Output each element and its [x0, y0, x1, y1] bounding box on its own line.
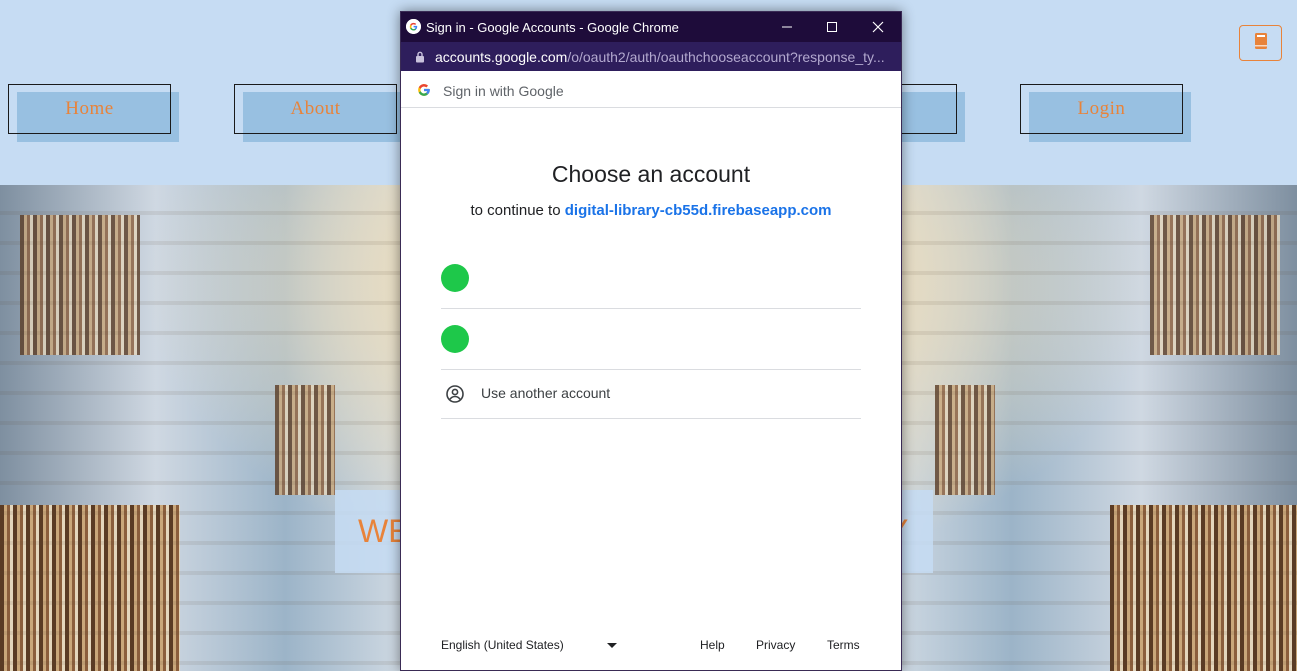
- nav-login-label: Login: [1077, 98, 1126, 119]
- help-link[interactable]: Help: [700, 638, 725, 652]
- nav-login-button[interactable]: Login: [1020, 84, 1191, 142]
- close-button[interactable]: [855, 14, 901, 40]
- library-book-button[interactable]: [1239, 25, 1282, 61]
- continue-to-text: to continue to digital-library-cb55d.fir…: [401, 202, 901, 219]
- maximize-button[interactable]: [809, 14, 855, 40]
- nav-about-button[interactable]: About: [234, 84, 405, 142]
- url-host: accounts.google.com: [435, 49, 568, 65]
- url-text: accounts.google.com/o/oauth2/auth/oauthc…: [435, 49, 885, 65]
- nav-home-label: Home: [65, 98, 114, 119]
- window-title: Sign in - Google Accounts - Google Chrom…: [426, 20, 679, 35]
- maximize-icon: [827, 22, 837, 32]
- book-icon: [1253, 32, 1269, 55]
- address-bar[interactable]: accounts.google.com/o/oauth2/auth/oauthc…: [401, 42, 901, 71]
- privacy-link[interactable]: Privacy: [756, 638, 795, 652]
- close-icon: [872, 21, 884, 33]
- use-another-account-label: Use another account: [481, 385, 611, 401]
- chevron-down-icon[interactable]: [607, 643, 617, 648]
- page-title: Choose an account: [551, 161, 751, 187]
- terms-link[interactable]: Terms: [827, 638, 860, 652]
- minimize-button[interactable]: [764, 14, 810, 40]
- avatar: [441, 325, 469, 353]
- language-select[interactable]: English (United States): [441, 638, 564, 652]
- continue-to-prefix: to continue to: [470, 202, 561, 219]
- url-path: /o/oauth2/auth/oauthchooseaccount?respon…: [567, 49, 885, 65]
- nav-about-label: About: [290, 98, 341, 119]
- lock-icon: [415, 50, 425, 66]
- account-option-1[interactable]: [441, 247, 861, 309]
- avatar: [441, 264, 469, 292]
- google-g-icon: [417, 83, 431, 100]
- minimize-icon: [782, 26, 792, 28]
- window-titlebar[interactable]: Sign in - Google Accounts - Google Chrom…: [401, 12, 901, 42]
- google-signin-window[interactable]: Sign in - Google Accounts - Google Chrom…: [400, 11, 902, 671]
- chrome-google-icon: [406, 19, 421, 34]
- app-domain-link[interactable]: digital-library-cb55d.firebaseapp.com: [565, 202, 832, 219]
- account-circle-icon: [445, 384, 465, 409]
- use-another-account-button[interactable]: Use another account: [441, 369, 861, 419]
- account-option-2[interactable]: [441, 308, 861, 370]
- signin-bar-label: Sign in with Google: [443, 83, 564, 99]
- nav-home-button[interactable]: Home: [8, 84, 179, 142]
- signin-with-google-bar: Sign in with Google: [401, 71, 901, 108]
